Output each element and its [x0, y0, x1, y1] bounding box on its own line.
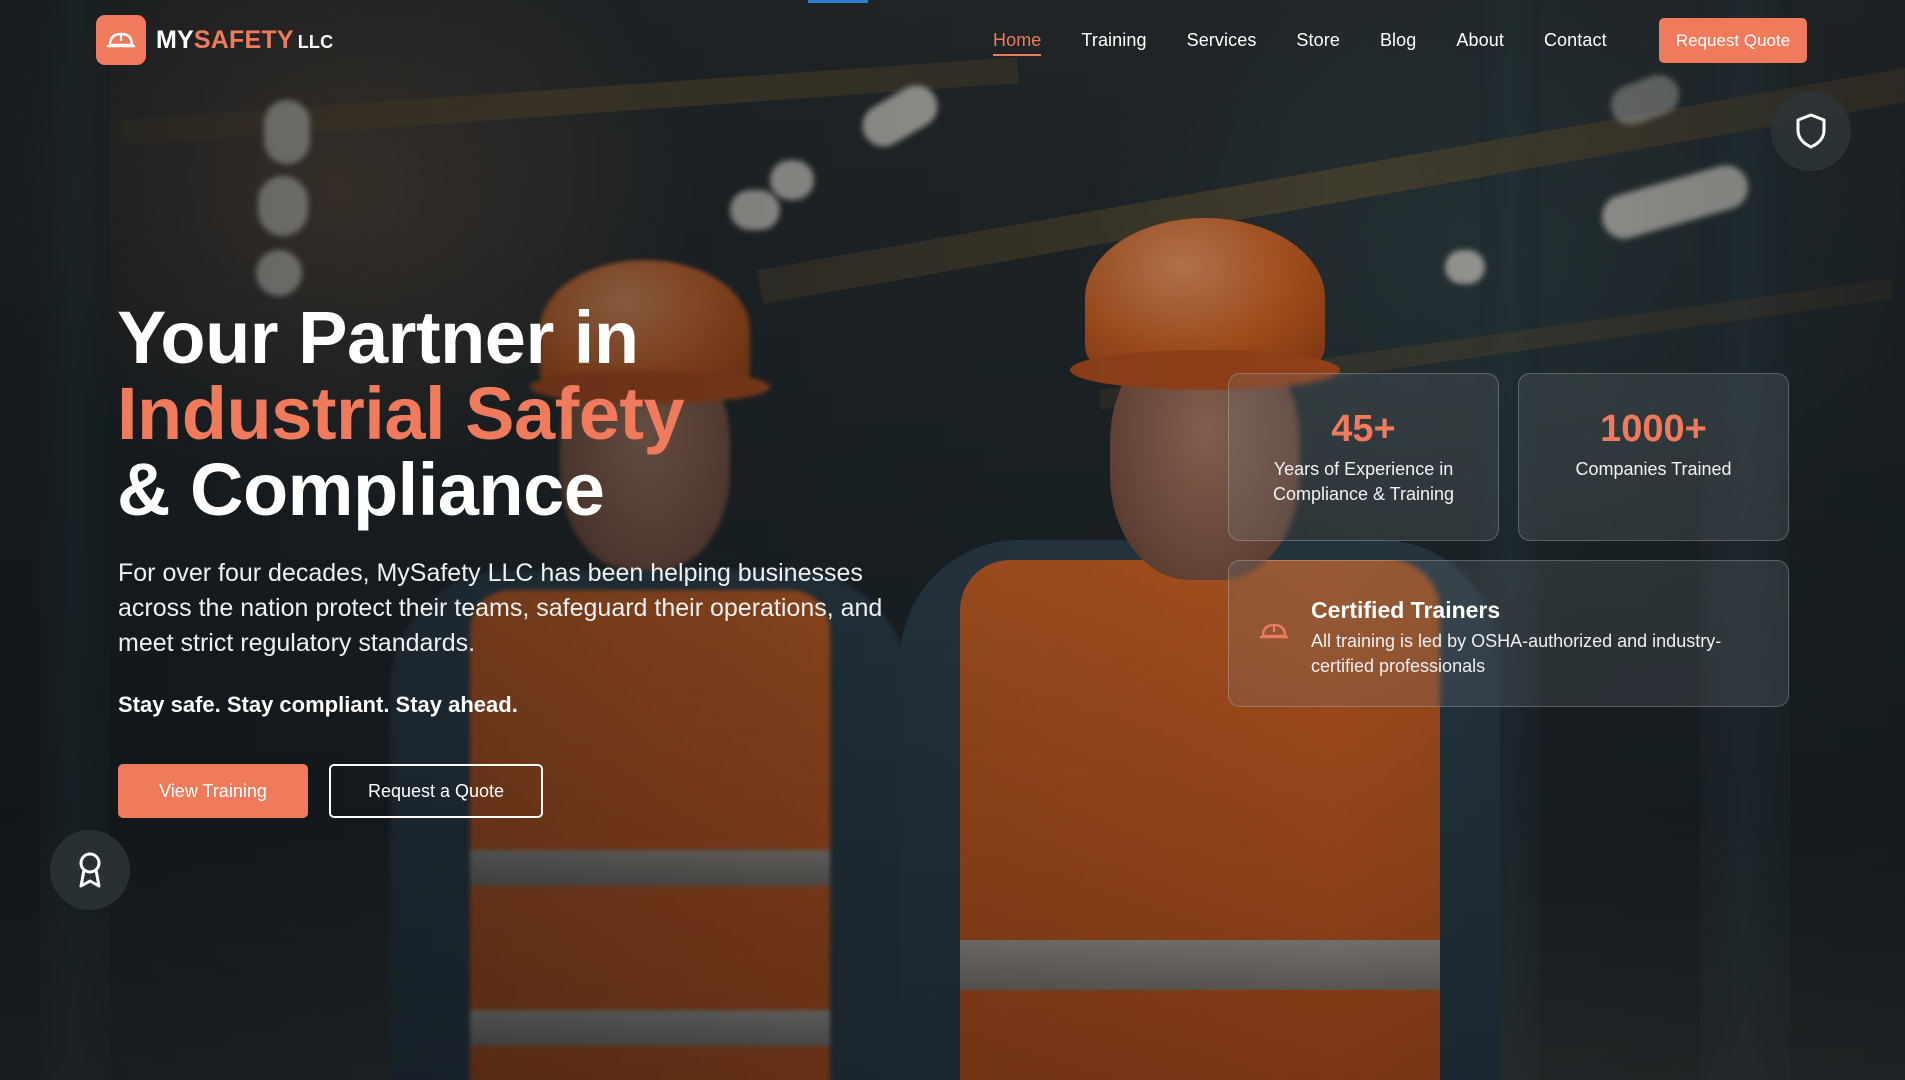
hard-hat-icon: [96, 15, 146, 65]
nav-item-contact[interactable]: Contact: [1544, 30, 1607, 56]
stat-card-experience: 45+ Years of Experience in Compliance & …: [1228, 373, 1499, 541]
nav-item-about[interactable]: About: [1456, 30, 1504, 56]
award-floating-button[interactable]: [50, 830, 130, 910]
view-training-button[interactable]: View Training: [118, 764, 308, 818]
feature-description: All training is led by OSHA-authorized a…: [1311, 631, 1722, 676]
stat-value: 45+: [1331, 408, 1396, 450]
shield-icon: [1796, 113, 1826, 149]
stat-value: 1000+: [1600, 408, 1707, 450]
nav-item-home[interactable]: Home: [993, 30, 1042, 56]
hero-title-line-2: Industrial Safety: [117, 372, 685, 455]
brand-name: MYSAFETY LLC: [156, 26, 333, 55]
stat-label: Years of Experience in Compliance & Trai…: [1272, 459, 1455, 504]
hero-title: Your Partner in Industrial Safety & Comp…: [117, 296, 685, 531]
top-accent-bar: [808, 0, 868, 3]
certified-trainers-card: Certified Trainers All training is led b…: [1228, 560, 1789, 707]
nav-item-blog[interactable]: Blog: [1380, 30, 1416, 56]
shield-floating-button[interactable]: [1771, 91, 1851, 171]
hero-tagline: Stay safe. Stay compliant. Stay ahead.: [118, 692, 518, 717]
brand-name-suffix: LLC: [297, 31, 334, 52]
award-icon: [79, 852, 101, 888]
hard-hat-icon: [1259, 619, 1289, 648]
stat-label: Companies Trained: [1575, 459, 1732, 479]
hero-title-line-1: Your Partner in: [117, 296, 639, 379]
nav-item-services[interactable]: Services: [1187, 30, 1257, 56]
nav-item-store[interactable]: Store: [1296, 30, 1340, 56]
main-nav: Home Training Services Store Blog About …: [993, 30, 1607, 56]
hero-description: For over four decades, MySafety LLC has …: [118, 559, 883, 657]
feature-title: Certified Trainers: [1311, 597, 1501, 623]
hero-title-line-3: & Compliance: [117, 448, 605, 531]
brand-name-prefix: MY: [156, 25, 194, 54]
nav-item-training[interactable]: Training: [1081, 30, 1146, 56]
brand-name-accent: SAFETY: [193, 25, 294, 54]
request-a-quote-button[interactable]: Request a Quote: [329, 764, 543, 818]
stat-card-companies: 1000+ Companies Trained: [1518, 373, 1789, 541]
brand-logo[interactable]: MYSAFETY LLC: [96, 15, 333, 65]
request-quote-button[interactable]: Request Quote: [1659, 18, 1807, 63]
